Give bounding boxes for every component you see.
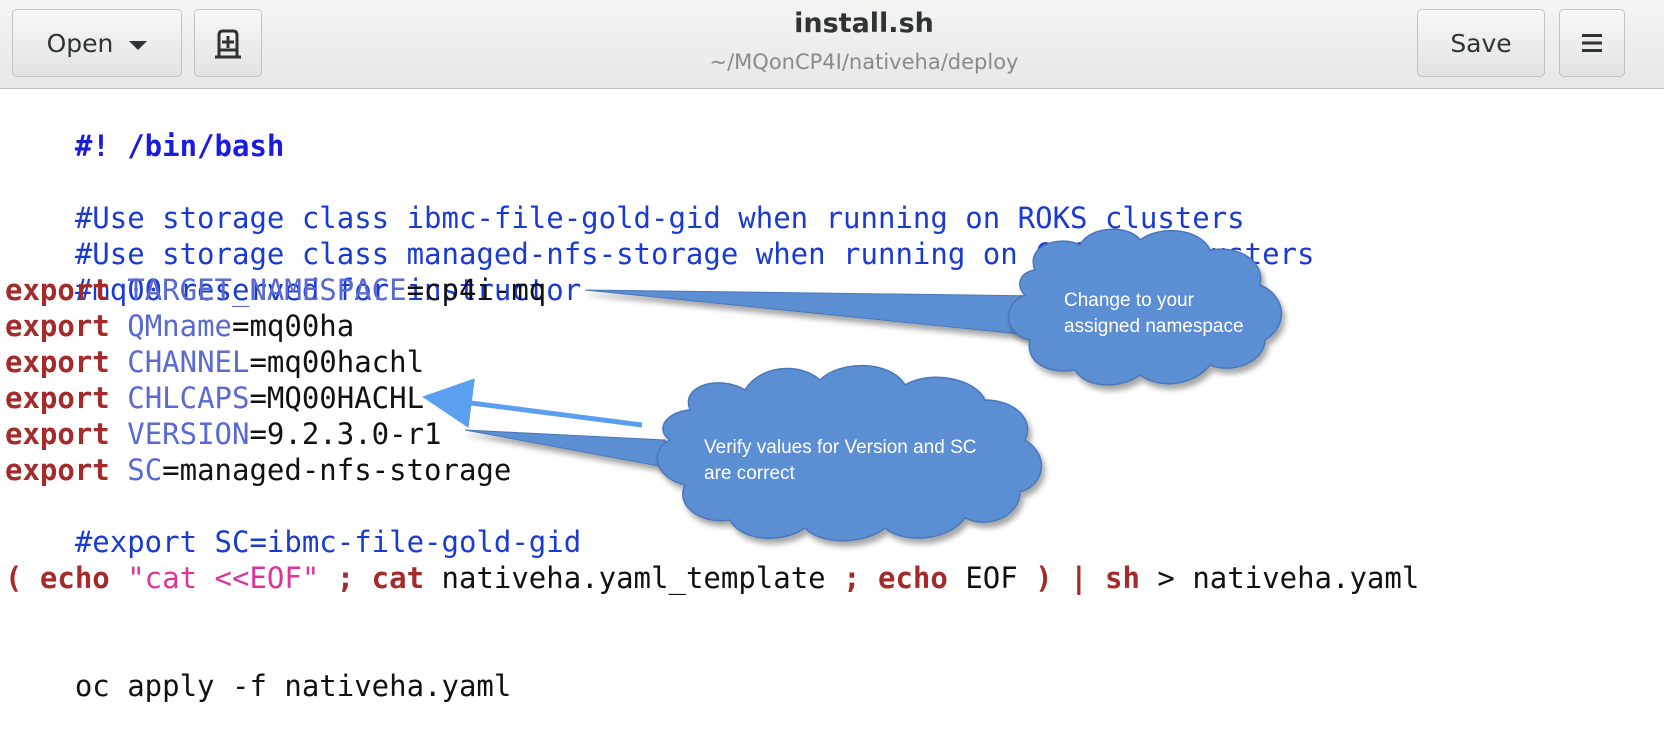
callout-version-line1: Verify values for Version and SC bbox=[704, 437, 977, 458]
callout-namespace-line2: assigned namespace bbox=[1064, 316, 1244, 337]
callout-version-pointer bbox=[464, 429, 681, 471]
callout-version-text: Verify values for Version and SC are cor… bbox=[704, 435, 976, 487]
chlcaps-arrow bbox=[422, 378, 643, 428]
annotation-overlay bbox=[422, 228, 1282, 542]
callout-namespace-pointer bbox=[584, 289, 1046, 337]
callout-namespace-line1: Change to your bbox=[1064, 290, 1194, 311]
callout-namespace-text: Change to your assigned namespace bbox=[1064, 288, 1244, 340]
callout-version-line2: are correct bbox=[704, 463, 795, 484]
